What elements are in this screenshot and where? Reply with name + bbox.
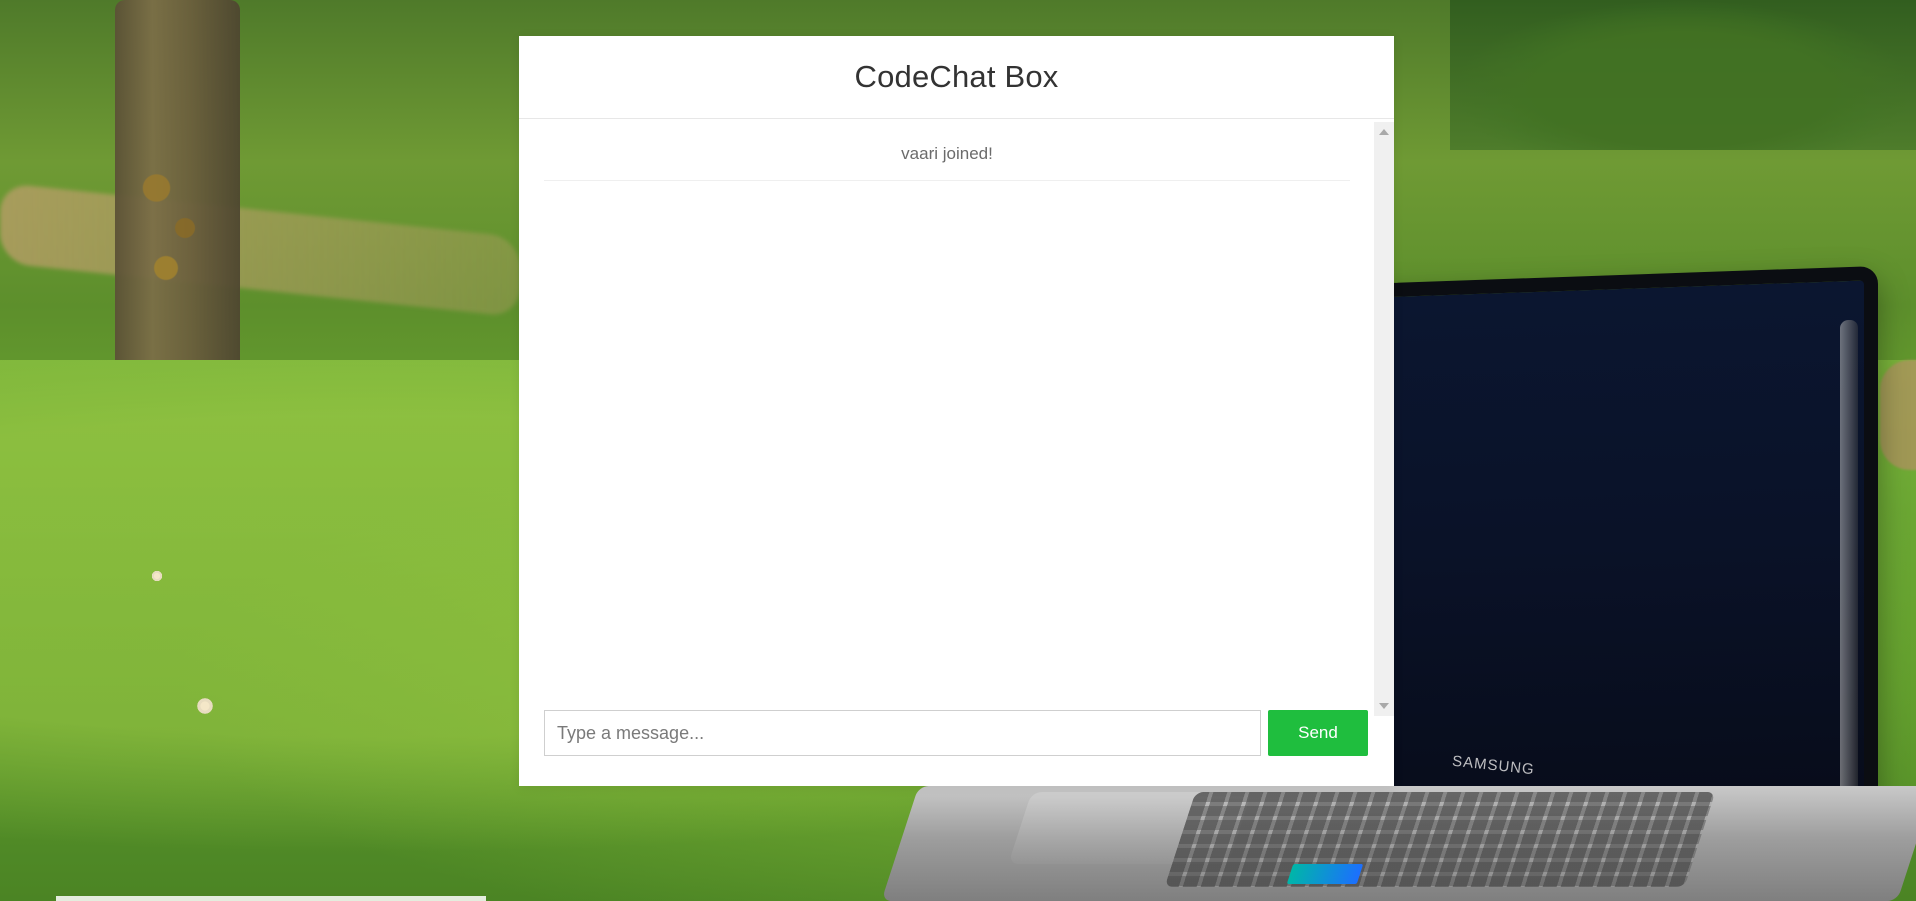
laptop-keyboard <box>1164 792 1716 887</box>
flower-decoration <box>151 570 163 582</box>
scroll-up-icon[interactable] <box>1379 129 1389 135</box>
chat-header: CodeChat Box <box>519 36 1394 119</box>
background-path-right <box>1880 360 1916 470</box>
system-message: vaari joined! <box>544 136 1350 181</box>
background-hedge <box>1450 0 1916 150</box>
message-scrollbar[interactable] <box>1374 122 1394 716</box>
chat-title: CodeChat Box <box>854 59 1059 94</box>
send-button[interactable]: Send <box>1268 710 1368 756</box>
bottom-rule <box>56 896 486 901</box>
message-list[interactable]: vaari joined! <box>519 120 1394 716</box>
scroll-down-icon[interactable] <box>1379 703 1389 709</box>
message-composer: Send <box>544 709 1368 757</box>
laptop-screen <box>1360 265 1878 873</box>
message-input[interactable] <box>544 710 1261 756</box>
background-path <box>0 182 520 318</box>
chat-box: CodeChat Box vaari joined! Send <box>519 36 1394 786</box>
tree-moss <box>128 140 223 300</box>
flower-decoration <box>196 697 214 715</box>
laptop-sticker <box>1286 864 1364 884</box>
